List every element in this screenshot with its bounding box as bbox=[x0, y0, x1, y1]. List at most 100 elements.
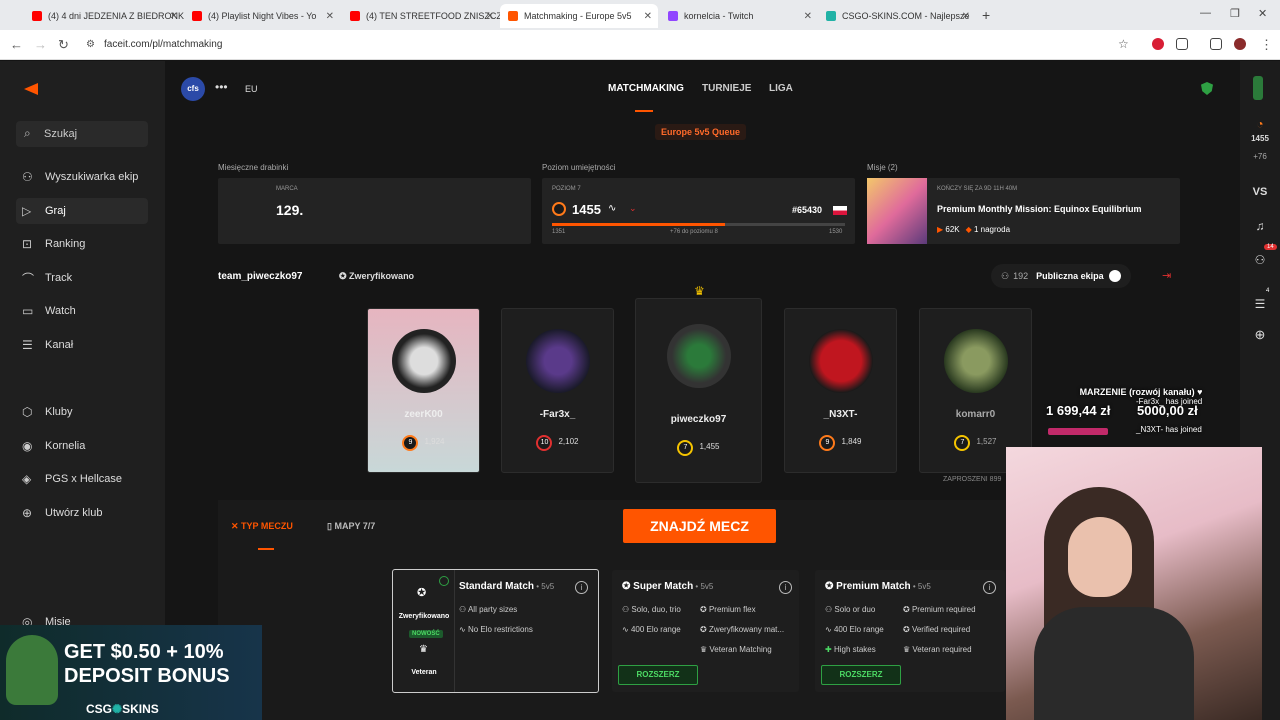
tab-tournaments[interactable]: TURNIEJE bbox=[702, 83, 751, 94]
faceit-icon bbox=[508, 11, 518, 21]
stream-goal-progress bbox=[1048, 428, 1108, 435]
mode-card-standard[interactable]: ✪ Zweryfikowano NOWOŚĆ ♛ Veteran Standar… bbox=[392, 569, 599, 693]
player-card[interactable]: -Far3x_ 10 2,102 bbox=[501, 308, 614, 473]
site-info-icon[interactable]: ⚙ bbox=[86, 39, 95, 50]
profile-avatar[interactable] bbox=[1234, 38, 1246, 50]
browser-tab[interactable]: (4) 4 dni JEDZENIA Z BIEDRONK ✕ bbox=[24, 4, 184, 28]
avatar bbox=[392, 329, 456, 393]
new-tab-icon[interactable]: + bbox=[982, 7, 990, 23]
toggle-knob[interactable] bbox=[1109, 270, 1121, 282]
info-icon[interactable]: i bbox=[983, 581, 996, 594]
team-name[interactable]: team_piweczko97 bbox=[218, 271, 303, 282]
bookmark-star-icon[interactable]: ☆ bbox=[1118, 37, 1129, 51]
close-tab-icon[interactable]: ✕ bbox=[962, 11, 970, 22]
party-icon[interactable]: ☰ bbox=[1240, 297, 1280, 311]
twitch-icon bbox=[668, 11, 678, 21]
public-party-toggle[interactable]: ⚇ 192 Publiczna ekipa bbox=[991, 264, 1131, 288]
avatar bbox=[667, 324, 731, 388]
player-card-self[interactable]: piweczko97 7 1,455 bbox=[635, 298, 762, 483]
track-icon: ⌒ bbox=[22, 271, 35, 286]
sidebar-item-channel[interactable]: ☰ Kanał bbox=[16, 332, 148, 358]
close-tab-icon[interactable]: ✕ bbox=[326, 11, 334, 22]
game-badge[interactable]: cfs bbox=[181, 77, 205, 101]
sidebar-item-club-pgs[interactable]: ◈ PGS x Hellcase bbox=[16, 466, 148, 492]
url-field[interactable]: faceit.com/pl/matchmaking bbox=[104, 39, 222, 50]
vs-icon[interactable]: VS bbox=[1240, 186, 1280, 198]
close-tab-icon[interactable]: ✕ bbox=[804, 11, 812, 22]
friends-icon[interactable]: ⚇ bbox=[1240, 253, 1280, 267]
sidebar-item-create-club[interactable]: ⊕ Utwórz klub bbox=[16, 500, 148, 526]
browser-tab[interactable]: kornelcia - Twitch ✕ bbox=[660, 4, 818, 28]
player-card[interactable]: _N3XT- 9 1,849 bbox=[784, 308, 897, 473]
browser-tab[interactable]: CSGO-SKINS.COM - Najlepsze ✕ bbox=[818, 4, 976, 28]
sidebar-item-party-finder[interactable]: ⚇ Wyszukiwarka ekip bbox=[16, 164, 148, 190]
tab-league[interactable]: LIGA bbox=[769, 83, 793, 94]
sidebar-item-play[interactable]: ▷ Graj bbox=[16, 198, 148, 224]
skill-card[interactable]: POZIOM 7 1455 ∿ ⌄ #65430 1351 +76 do poz… bbox=[542, 178, 855, 244]
anti-cheat-shield-icon[interactable] bbox=[1201, 82, 1213, 95]
close-tab-icon[interactable]: ✕ bbox=[644, 11, 652, 22]
more-icon[interactable]: ••• bbox=[215, 80, 228, 94]
gear-logo-icon: ✺ bbox=[112, 702, 123, 716]
player-card[interactable]: zeerK00 9 1,924 bbox=[367, 308, 480, 473]
skill-progress-track bbox=[552, 223, 845, 226]
mode-card-super[interactable]: ✪ Super Match • 5v5 i ⚇ Solo, duo, trio … bbox=[612, 570, 799, 692]
skill-rank: #65430 bbox=[792, 205, 823, 215]
sidebar-item-club-kornelia[interactable]: ◉ Kornelia bbox=[16, 433, 148, 459]
tab-maps[interactable]: ▯ MAPY 7/7 bbox=[327, 521, 375, 532]
sidebar-item-clubs[interactable]: ⬡ Kluby bbox=[16, 399, 148, 425]
sidebar-item-ranking[interactable]: ⊡ Ranking bbox=[16, 231, 148, 257]
expand-super-button[interactable]: ROZSZERZ bbox=[618, 665, 698, 685]
premium-icon: ✪ bbox=[825, 581, 837, 592]
browser-menu-icon[interactable]: ⋮ bbox=[1260, 37, 1273, 53]
ad-character-image bbox=[6, 635, 58, 705]
info-icon[interactable]: i bbox=[779, 581, 792, 594]
bell-icon[interactable]: ♫ bbox=[1240, 219, 1280, 233]
expand-premium-button[interactable]: ROZSZERZ bbox=[821, 665, 901, 685]
sidebar: ⌕ Szukaj ⚇ Wyszukiwarka ekip ▷ Graj ⊡ Rankin… bbox=[0, 61, 165, 720]
ladder-card[interactable]: MARCA 129. bbox=[218, 178, 531, 244]
forward-icon[interactable]: → bbox=[34, 37, 47, 52]
info-icon[interactable]: i bbox=[575, 581, 588, 594]
add-icon[interactable]: ⊕ bbox=[1240, 327, 1280, 343]
rail-elo: 1455 bbox=[1251, 134, 1269, 143]
close-tab-icon[interactable]: ✕ bbox=[486, 11, 494, 22]
sidebar-item-track[interactable]: ⌒ Track bbox=[16, 265, 148, 291]
sidebar-item-watch[interactable]: ▭ Watch bbox=[16, 298, 148, 324]
faceit-logo-icon[interactable] bbox=[24, 83, 38, 95]
csgo-skins-ad[interactable]: GET $0.50 + 10% DEPOSIT BONUS CSG✺SKINS bbox=[0, 625, 262, 720]
restore-icon[interactable]: ❐ bbox=[1230, 7, 1240, 20]
search-input[interactable]: ⌕ Szukaj bbox=[16, 121, 148, 147]
find-match-button[interactable]: ZNAJDŹ MECZ bbox=[623, 509, 776, 543]
mission-card[interactable]: KOŃCZY SIĘ ZA 9D 11H 40M Premium Monthly… bbox=[867, 178, 1180, 244]
club-icon: ◉ bbox=[22, 439, 33, 453]
leave-party-icon[interactable]: ⇥ bbox=[1162, 269, 1171, 282]
extension-icon[interactable] bbox=[1152, 38, 1164, 50]
browser-tab[interactable]: (4) TEN STREETFOOD ZNISZCZ ✕ bbox=[342, 4, 500, 28]
queue-badge[interactable]: Europe 5v5 Queue bbox=[655, 124, 747, 140]
back-icon[interactable]: ← bbox=[10, 37, 23, 52]
missions-label: Misje (2) bbox=[867, 163, 898, 172]
close-window-icon[interactable]: ✕ bbox=[1258, 7, 1267, 20]
check-circle-icon[interactable] bbox=[439, 576, 449, 586]
chevron-down-icon[interactable]: ⌄ bbox=[629, 203, 637, 214]
browser-tab-active[interactable]: Matchmaking - Europe 5v5 ✕ bbox=[500, 4, 658, 28]
avatar bbox=[809, 329, 873, 393]
club-icon: ◈ bbox=[22, 472, 32, 486]
reload-icon[interactable]: ↻ bbox=[58, 37, 69, 53]
media-control-icon[interactable] bbox=[1210, 38, 1222, 50]
user-avatar[interactable] bbox=[1253, 76, 1263, 100]
extensions-puzzle-icon[interactable] bbox=[1176, 38, 1188, 50]
region-label[interactable]: EU bbox=[245, 84, 258, 94]
elo-gauge-icon: ◔ bbox=[1256, 117, 1264, 131]
stream-event: _N3XT- has joined bbox=[1136, 425, 1202, 434]
close-tab-icon[interactable]: ✕ bbox=[170, 11, 178, 22]
mode-card-premium[interactable]: ✪ Premium Match • 5v5 i ⚇ Solo or duo ∿ … bbox=[815, 570, 1005, 692]
tab-matchmaking[interactable]: MATCHMAKING bbox=[608, 83, 684, 94]
tab-match-type[interactable]: ✕ TYP MECZU bbox=[231, 521, 293, 532]
youtube-icon bbox=[192, 11, 202, 21]
super-match-icon: ✪ bbox=[622, 581, 634, 592]
browser-tab[interactable]: (4) Playlist Night Vibes - Yo ✕ bbox=[184, 4, 340, 28]
minimize-icon[interactable]: — bbox=[1200, 7, 1211, 19]
verified-badge: ✪ Zweryfikowano bbox=[339, 271, 415, 281]
